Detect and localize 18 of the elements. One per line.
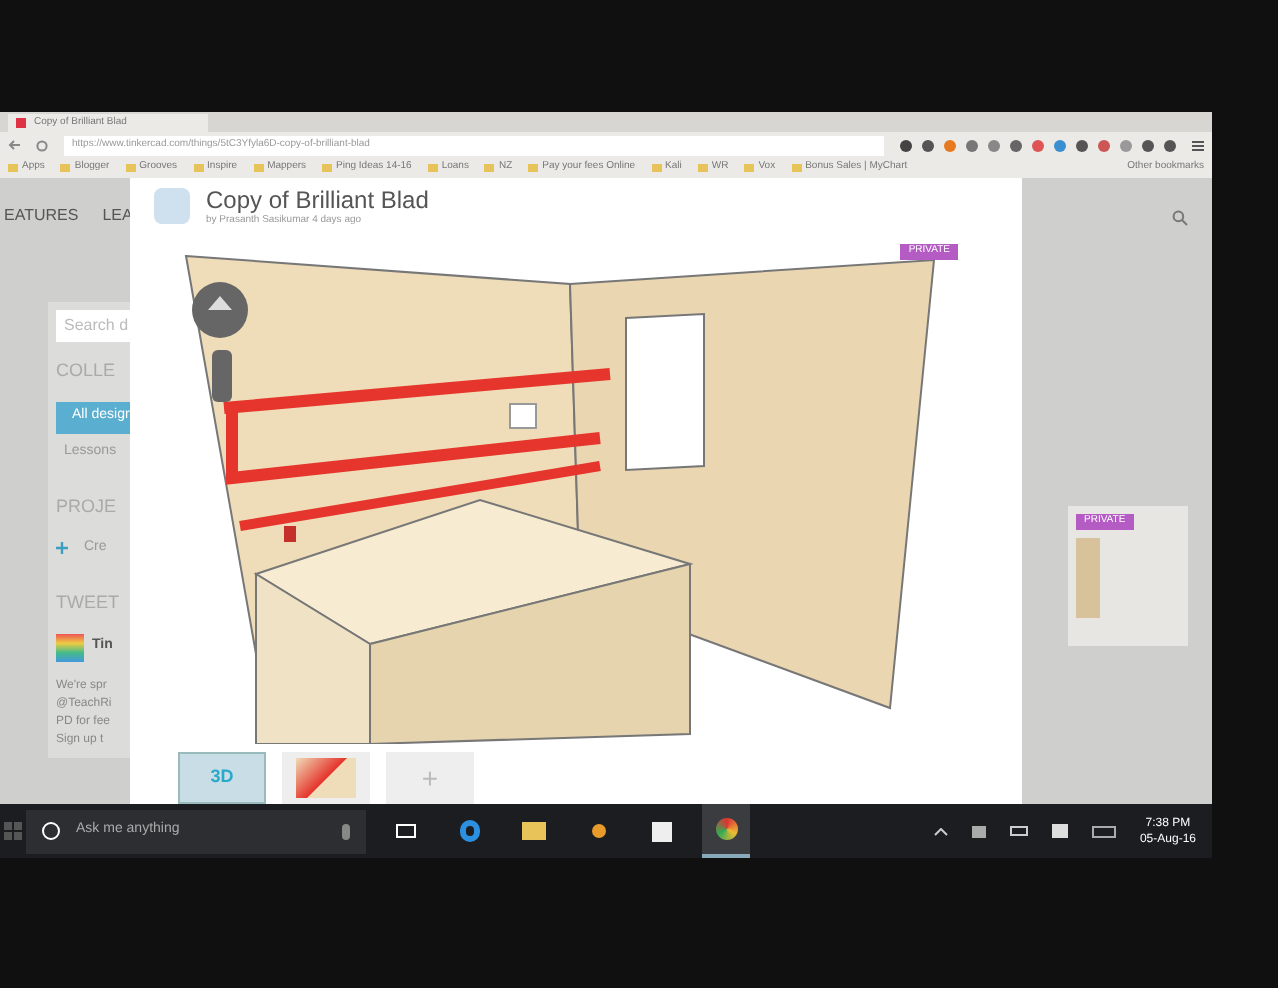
battery-icon[interactable] <box>1009 826 1028 836</box>
design-thumbnail <box>1076 537 1100 617</box>
cortana-icon <box>42 822 60 840</box>
back-icon[interactable] <box>8 140 20 150</box>
logo-icon <box>56 633 84 661</box>
nav-link[interactable]: EATURES <box>4 204 79 228</box>
tinkercad-favicon-icon <box>16 118 26 128</box>
thumbnail[interactable] <box>282 752 370 804</box>
avatar-icon <box>154 188 190 224</box>
microphone-icon[interactable] <box>342 823 350 839</box>
windows-start-icon[interactable] <box>4 822 22 840</box>
zoom-control-icon[interactable] <box>212 350 232 402</box>
menu-icon[interactable] <box>1192 139 1204 151</box>
keyboard-icon[interactable] <box>1091 825 1116 837</box>
navigation-compass-icon[interactable] <box>192 282 248 338</box>
search-icon[interactable] <box>1172 210 1188 226</box>
chevron-up-icon[interactable] <box>933 827 948 835</box>
design-title: Copy of Brilliant Blad <box>206 187 429 211</box>
